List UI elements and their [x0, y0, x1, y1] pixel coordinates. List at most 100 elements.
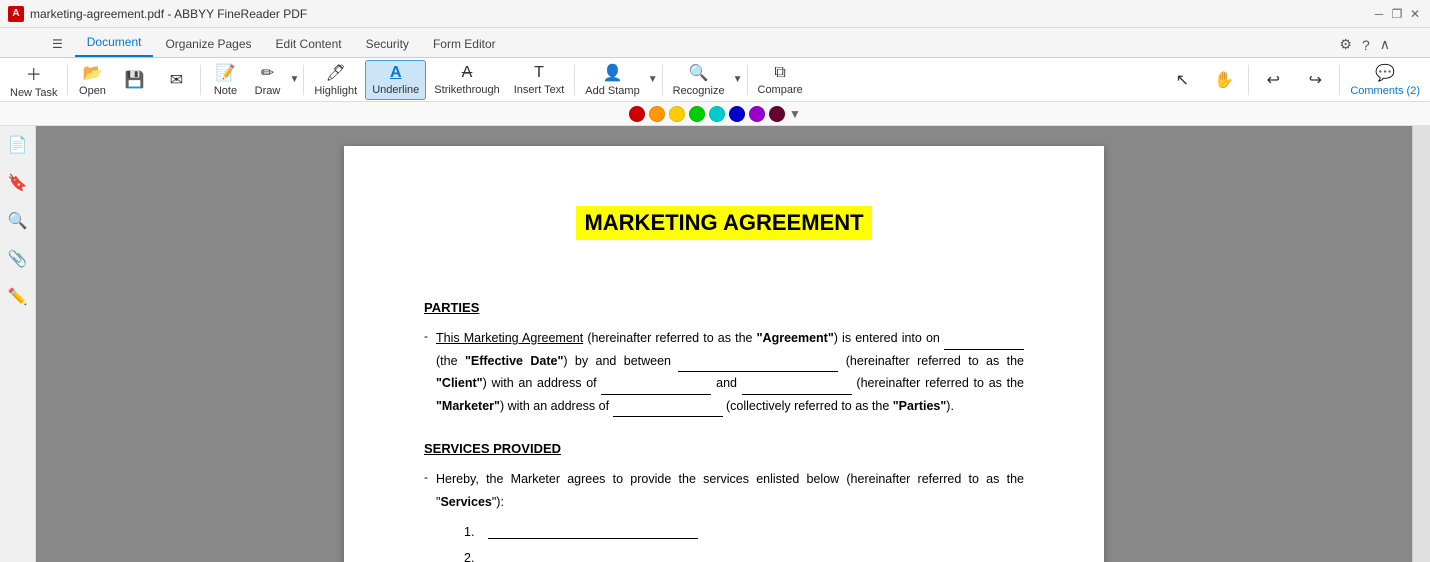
compare-icon: ⧉ [774, 64, 785, 82]
doc-title: MARKETING AGREEMENT [576, 206, 871, 240]
ribbon-right-controls: ⚙ ? ∧ [1339, 36, 1390, 57]
doc-title-wrapper: MARKETING AGREEMENT [424, 206, 1024, 270]
client-bold: "Client" [436, 376, 483, 390]
parties-bullet: - [424, 327, 428, 343]
pdf-viewer[interactable]: MARKETING AGREEMENT PARTIES - This Marke… [36, 126, 1412, 562]
services-heading: SERVICES PROVIDED [424, 441, 1024, 456]
strikethrough-label: Strikethrough [434, 84, 499, 96]
draw-arrow[interactable]: ▼ [289, 74, 299, 85]
list-num-1: 1. [464, 525, 488, 539]
sidebar-bookmarks-icon[interactable]: 🔖 [7, 172, 29, 194]
tab-organize[interactable]: Organize Pages [153, 33, 263, 57]
recognize-button[interactable]: 🔍 Recognize [667, 60, 731, 100]
blank-party1 [678, 358, 838, 372]
highlight-icon: 🖊 [326, 63, 346, 83]
highlight-label: Highlight [314, 85, 357, 97]
tab-document[interactable]: Document [75, 31, 154, 57]
separator-5 [662, 65, 663, 95]
new-task-button[interactable]: ＋ New Task [4, 60, 63, 100]
underline-button[interactable]: A Underline [365, 60, 426, 100]
left-sidebar: 📄 🔖 🔍 📎 ✏️ [0, 126, 36, 562]
close-button[interactable]: ✕ [1408, 7, 1422, 21]
email-button[interactable]: ✉ [156, 60, 196, 100]
color-darkred[interactable] [769, 106, 785, 122]
recognize-icon: 🔍 [689, 63, 709, 83]
window-controls: ─ ❐ ✕ [1372, 7, 1422, 21]
email-icon: ✉ [170, 70, 183, 90]
draw-button[interactable]: ✏ Draw [247, 60, 287, 100]
agreement-bold: "Agreement" [757, 331, 834, 345]
list-num-2: 2. [464, 551, 488, 562]
stamp-arrow[interactable]: ▼ [648, 74, 658, 85]
tab-form[interactable]: Form Editor [421, 33, 508, 57]
undo-button[interactable]: ↩ [1253, 60, 1293, 100]
settings-button[interactable]: ⚙ [1339, 36, 1352, 53]
color-more-button[interactable]: ▼ [789, 107, 801, 121]
sidebar-search-icon[interactable]: 🔍 [7, 210, 29, 232]
color-teal[interactable] [709, 106, 725, 122]
strikethrough-button[interactable]: A Strikethrough [428, 60, 505, 100]
note-button[interactable]: 📝 Note [205, 60, 245, 100]
sidebar-attachments-icon[interactable]: 📎 [7, 248, 29, 270]
tab-edit[interactable]: Edit Content [264, 33, 354, 57]
cursor-button[interactable]: ↖ [1162, 60, 1202, 100]
separator-8 [1339, 65, 1340, 95]
separator-4 [574, 65, 575, 95]
separator-2 [200, 65, 201, 95]
hand-icon: ✋ [1214, 70, 1234, 90]
color-yellow[interactable] [669, 106, 685, 122]
marketer-bold: "Marketer" [436, 399, 500, 413]
blank-date [944, 336, 1024, 350]
insert-text-label: Insert Text [514, 84, 565, 96]
recognize-arrow[interactable]: ▼ [733, 74, 743, 85]
services-intro-text: Hereby, the Marketer agrees to provide t… [436, 468, 1024, 513]
window-title: marketing-agreement.pdf - ABBYY FineRead… [30, 7, 307, 21]
parties-section: PARTIES - This Marketing Agreement (here… [424, 300, 1024, 417]
underline-label: Underline [372, 84, 419, 96]
sidebar-annotations-icon[interactable]: ✏️ [7, 286, 29, 308]
draw-icon: ✏ [261, 63, 274, 83]
main-area: 📄 🔖 🔍 📎 ✏️ MARKETING AGREEMENT PARTIES -… [0, 126, 1430, 562]
redo-button[interactable]: ↪ [1295, 60, 1335, 100]
parties-bold: "Parties" [893, 399, 947, 413]
redo-icon: ↪ [1309, 70, 1322, 90]
color-green[interactable] [689, 106, 705, 122]
tab-security[interactable]: Security [354, 33, 421, 57]
list-item-1: 1. [464, 525, 1024, 539]
list-item-2: 2. [464, 551, 1024, 562]
pdf-page: MARKETING AGREEMENT PARTIES - This Marke… [344, 146, 1104, 562]
draw-label: Draw [255, 85, 281, 97]
color-purple[interactable] [749, 106, 765, 122]
parties-text: This Marketing Agreement (hereinafter re… [436, 327, 1024, 417]
color-palette: ▼ [0, 102, 1430, 126]
services-list: 1. 2. 3. 4. [464, 525, 1024, 562]
list-line-2 [488, 551, 698, 562]
list-line-1 [488, 525, 698, 539]
collapse-ribbon-button[interactable]: ∧ [1380, 36, 1390, 53]
compare-button[interactable]: ⧉ Compare [752, 60, 809, 100]
comments-label: Comments (2) [1350, 85, 1420, 97]
cursor-icon: ↖ [1176, 70, 1189, 90]
menu-hamburger[interactable]: ☰ [40, 33, 75, 57]
insert-text-button[interactable]: T Insert Text [508, 60, 571, 100]
scrollbar[interactable] [1412, 126, 1430, 562]
hand-button[interactable]: ✋ [1204, 60, 1244, 100]
save-button[interactable]: 💾 [114, 60, 154, 100]
color-orange[interactable] [649, 106, 665, 122]
help-button[interactable]: ? [1362, 37, 1370, 53]
toolbar: ＋ New Task 📂 Open 💾 ✉ 📝 Note ✏ Draw ▼ 🖊 … [0, 58, 1430, 102]
open-button[interactable]: 📂 Open [72, 60, 112, 100]
minimize-button[interactable]: ─ [1372, 7, 1386, 21]
highlight-button[interactable]: 🖊 Highlight [308, 60, 363, 100]
services-section: SERVICES PROVIDED - Hereby, the Marketer… [424, 441, 1024, 562]
add-stamp-button[interactable]: 👤 Add Stamp [579, 60, 645, 100]
sidebar-pages-icon[interactable]: 📄 [7, 134, 29, 156]
restore-button[interactable]: ❐ [1390, 7, 1404, 21]
comments-button[interactable]: 💬 Comments (2) [1344, 60, 1426, 100]
services-bullet: - [424, 468, 428, 484]
color-red[interactable] [629, 106, 645, 122]
underline-icon: A [390, 64, 402, 82]
color-blue[interactable] [729, 106, 745, 122]
title-bar-left: A marketing-agreement.pdf - ABBYY FineRe… [8, 6, 307, 22]
stamp-icon: 👤 [603, 63, 623, 83]
